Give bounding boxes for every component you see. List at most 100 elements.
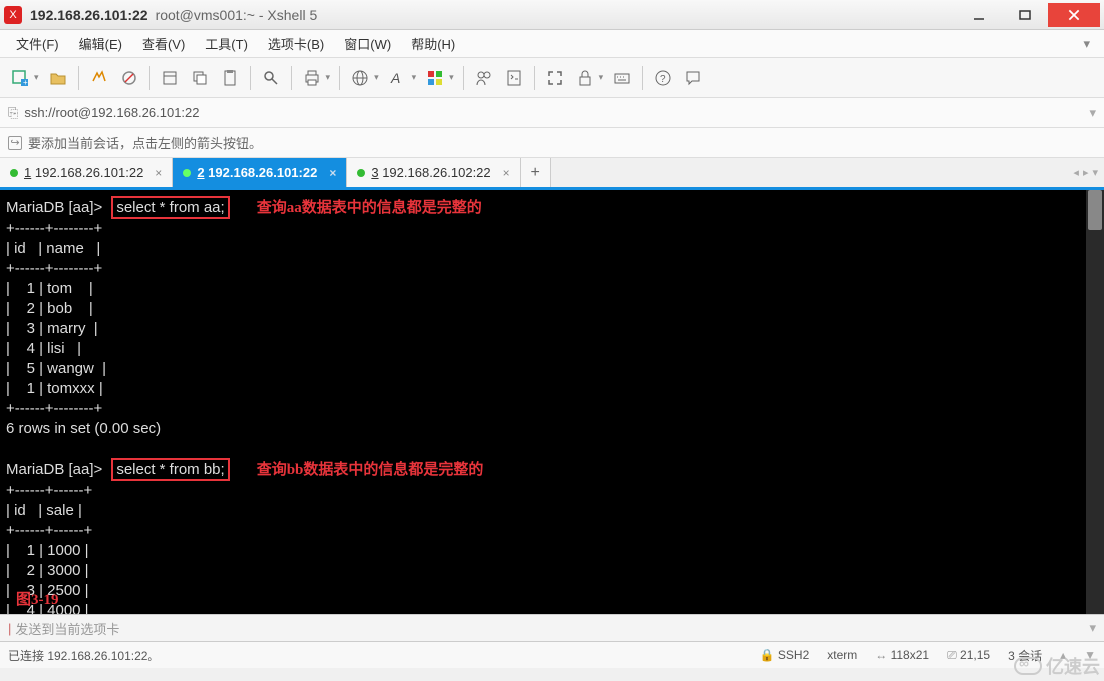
table-row: | 2 | 3000 | — [6, 562, 89, 579]
table-header: | id | sale | — [6, 502, 82, 519]
status-dot-icon — [10, 169, 18, 177]
status-dot-icon — [357, 169, 365, 177]
separator — [339, 66, 340, 90]
tab-label: 192.168.26.101:22 — [208, 165, 317, 180]
scrollbar-thumb[interactable] — [1088, 190, 1102, 230]
table-row: | 2 | bob | — [6, 300, 93, 317]
minimize-button[interactable] — [956, 3, 1002, 27]
link-icon: ⎘ — [8, 105, 18, 121]
reconnect-icon[interactable] — [85, 64, 113, 92]
table-row: | 1 | 1000 | — [6, 542, 89, 559]
watermark-text: 亿速云 — [1046, 653, 1100, 679]
tab-close-icon[interactable]: × — [155, 166, 162, 180]
dropdown-icon[interactable]: ▾ — [374, 72, 379, 83]
fullscreen-icon[interactable] — [541, 64, 569, 92]
tab-bar: 1 192.168.26.101:22 × 2 192.168.26.101:2… — [0, 158, 1104, 190]
input-dropdown-icon[interactable]: ▾ — [1089, 620, 1096, 636]
table-header: | id | name | — [6, 240, 100, 257]
session-tab-3[interactable]: 3 192.168.26.102:22 × — [347, 158, 520, 187]
tab-prev-icon[interactable]: ◂ — [1073, 166, 1079, 179]
lock-icon[interactable] — [571, 64, 599, 92]
separator — [463, 66, 464, 90]
lock-icon: 🔒 — [760, 648, 775, 662]
separator — [78, 66, 79, 90]
find-icon[interactable] — [257, 64, 285, 92]
menu-view[interactable]: 查看(V) — [134, 31, 193, 56]
dropdown-icon[interactable]: ▾ — [412, 72, 417, 83]
tab-index: 1 — [24, 165, 31, 180]
dropdown-icon[interactable]: ▾ — [449, 72, 454, 83]
menu-edit[interactable]: 编辑(E) — [71, 31, 130, 56]
table-row: | 1 | tom | — [6, 280, 93, 297]
address-url[interactable]: ssh://root@192.168.26.101:22 — [24, 105, 199, 120]
copy-icon[interactable] — [186, 64, 214, 92]
script-icon[interactable] — [500, 64, 528, 92]
chat-icon[interactable] — [679, 64, 707, 92]
users-icon[interactable] — [470, 64, 498, 92]
title-address: 192.168.26.101:22 — [30, 7, 148, 23]
dropdown-icon[interactable]: ▾ — [1089, 105, 1096, 121]
dropdown-icon[interactable]: ▾ — [34, 72, 39, 83]
help-icon[interactable]: ? — [649, 64, 677, 92]
menu-overflow-icon[interactable]: ▾ — [1077, 36, 1096, 52]
tab-label: 192.168.26.102:22 — [382, 165, 490, 180]
terminal-scrollbar[interactable] — [1086, 190, 1104, 614]
color-icon[interactable] — [421, 64, 449, 92]
menu-file[interactable]: 文件(F) — [8, 31, 67, 56]
cursor-icon: ⎚ — [947, 648, 957, 662]
separator — [250, 66, 251, 90]
menu-tools[interactable]: 工具(T) — [197, 31, 256, 56]
session-tab-2[interactable]: 2 192.168.26.101:22 × — [173, 158, 347, 187]
table-row: | 3 | marry | — [6, 320, 98, 337]
table-border: +------+------+ — [6, 482, 92, 499]
tab-index: 2 — [197, 165, 204, 180]
add-session-icon[interactable]: ↪ — [8, 136, 22, 150]
properties-icon[interactable] — [156, 64, 184, 92]
terminal-output[interactable]: MariaDB [aa]> select * from aa; 查询aa数据表中… — [0, 190, 1104, 614]
dropdown-icon[interactable]: ▾ — [599, 72, 604, 83]
maximize-button[interactable] — [1002, 3, 1048, 27]
menu-tab[interactable]: 选项卡(B) — [260, 31, 332, 56]
separator — [534, 66, 535, 90]
session-tab-1[interactable]: 1 192.168.26.101:22 × — [0, 158, 173, 187]
disconnect-icon[interactable] — [115, 64, 143, 92]
table-border: +------+--------+ — [6, 400, 102, 417]
send-input-bar[interactable]: | 发送到当前选项卡 ▾ — [0, 614, 1104, 642]
close-button[interactable] — [1048, 3, 1100, 27]
paste-icon[interactable] — [216, 64, 244, 92]
svg-text:A: A — [390, 70, 400, 86]
size-icon: ↔ — [875, 648, 887, 662]
tab-nav: ◂ ▸ ▾ — [1067, 158, 1104, 187]
open-icon[interactable] — [44, 64, 72, 92]
menu-bar: 文件(F) 编辑(E) 查看(V) 工具(T) 选项卡(B) 窗口(W) 帮助(… — [0, 30, 1104, 58]
result-summary: 6 rows in set (0.00 sec) — [6, 420, 161, 437]
window-titlebar: X 192.168.26.101:22 root@vms001:~ - Xshe… — [0, 0, 1104, 30]
figure-label: 图3-19 — [16, 591, 59, 610]
print-icon[interactable] — [298, 64, 326, 92]
tip-text: 要添加当前会话，点击左侧的箭头按钮。 — [28, 133, 262, 152]
keyboard-icon[interactable] — [608, 64, 636, 92]
status-bar: 已连接 192.168.26.101:22。 🔒 SSH2 xterm ↔ 11… — [0, 642, 1104, 668]
annotation-aa: 查询aa数据表中的信息都是完整的 — [257, 200, 482, 216]
separator — [149, 66, 150, 90]
status-size: 118x21 — [891, 648, 929, 662]
tab-next-icon[interactable]: ▸ — [1083, 166, 1089, 179]
add-tab-button[interactable]: + — [521, 158, 551, 187]
tab-list-icon[interactable]: ▾ — [1092, 166, 1098, 179]
menu-window[interactable]: 窗口(W) — [336, 31, 399, 56]
new-session-icon[interactable]: + — [6, 64, 34, 92]
table-border: +------+------+ — [6, 522, 92, 539]
dropdown-icon[interactable]: ▾ — [326, 72, 331, 83]
tip-bar: ↪ 要添加当前会话，点击左侧的箭头按钮。 — [0, 128, 1104, 158]
globe-icon[interactable] — [346, 64, 374, 92]
svg-text:+: + — [23, 78, 28, 87]
menu-help[interactable]: 帮助(H) — [403, 31, 463, 56]
tab-close-icon[interactable]: × — [503, 166, 510, 180]
tab-close-icon[interactable]: × — [329, 166, 336, 180]
query-bb-highlight: select * from bb; — [111, 458, 229, 481]
annotation-bb: 查询bb数据表中的信息都是完整的 — [257, 462, 484, 478]
font-icon[interactable]: A — [384, 64, 412, 92]
tab-index: 3 — [371, 165, 378, 180]
prompt: MariaDB [aa]> — [6, 199, 102, 216]
prompt: MariaDB [aa]> — [6, 461, 102, 478]
